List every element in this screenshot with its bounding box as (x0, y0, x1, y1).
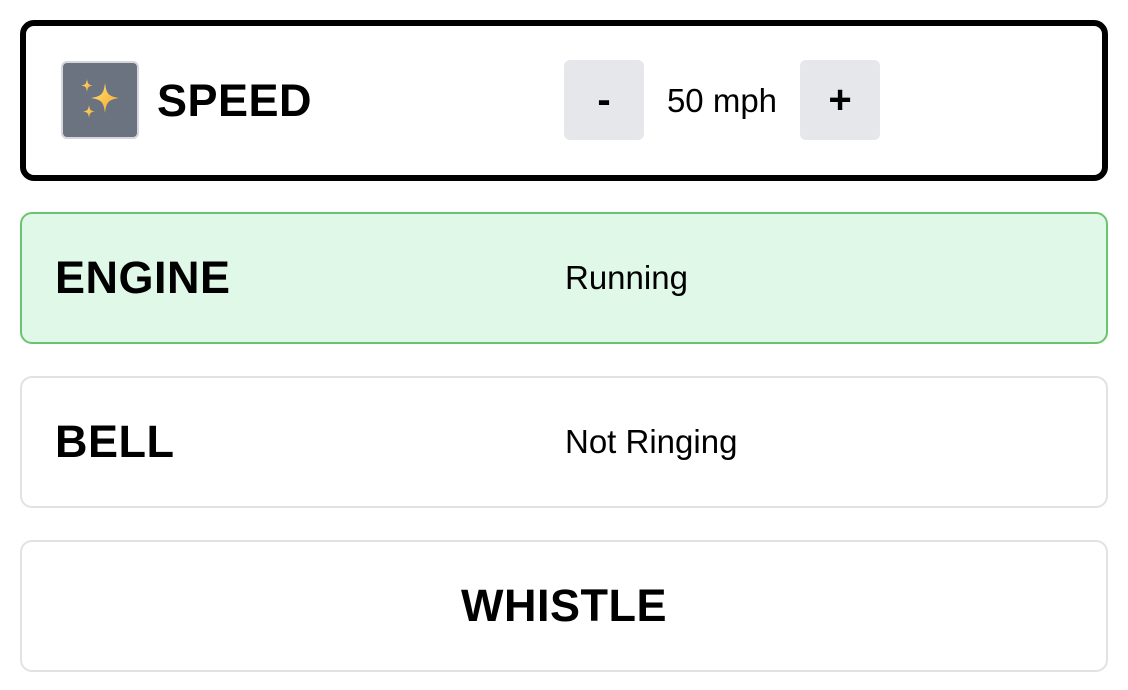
speed-title: SPEED (157, 74, 313, 126)
engine-label: ENGINE (55, 252, 231, 303)
engine-status-panel[interactable]: ENGINE Running (20, 212, 1108, 344)
engine-status: Running (565, 259, 688, 296)
whistle-button[interactable]: WHISTLE (20, 540, 1108, 672)
bell-label: BELL (55, 416, 175, 467)
speed-decrement-button[interactable]: - (564, 60, 644, 140)
sparkles-icon (61, 61, 139, 139)
speed-control-panel: SPEED - 50 mph + (20, 20, 1108, 181)
whistle-label: WHISTLE (461, 580, 667, 631)
speed-value: 50 mph (666, 81, 778, 119)
speed-increment-button[interactable]: + (800, 60, 880, 140)
bell-status-panel[interactable]: BELL Not Ringing (20, 376, 1108, 508)
bell-status: Not Ringing (565, 423, 738, 460)
